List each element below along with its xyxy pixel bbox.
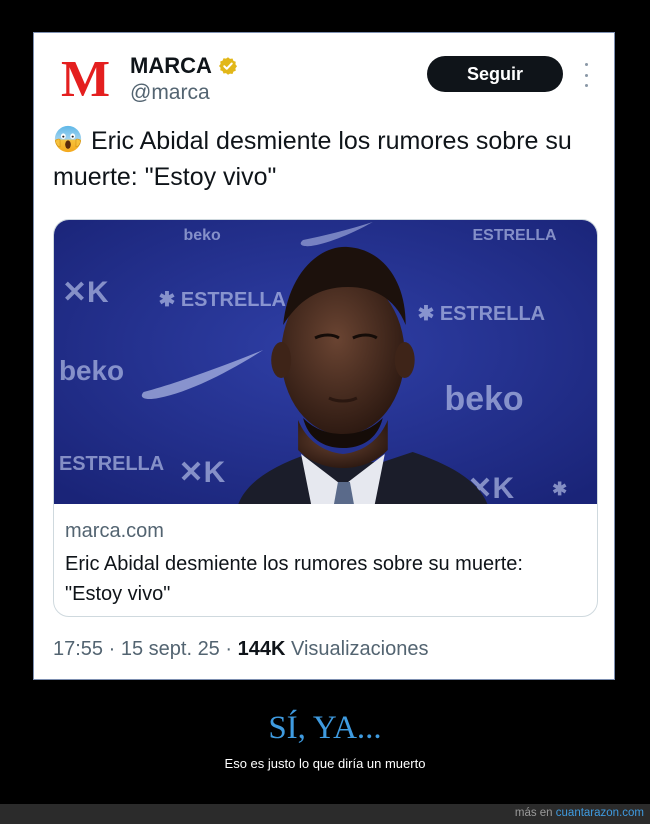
meta-separator: · xyxy=(225,638,238,660)
tweet-text-content: Eric Abidal desmiente los rumores sobre … xyxy=(53,127,572,191)
tweet-header: M MARCA @marca Seguir xyxy=(34,33,614,133)
footer-prefix: más en xyxy=(514,807,553,819)
footer-bar: más en cuantarazon.com xyxy=(0,804,650,824)
footer-text: más en cuantarazon.com xyxy=(515,807,644,819)
svg-text:ESTRELLA: ESTRELLA xyxy=(59,453,164,475)
verified-badge-icon xyxy=(218,57,237,75)
link-card[interactable]: ✕K ✱ ESTRELLA beko ESTRELLA ✕K ✱ ESTRELL… xyxy=(53,219,598,617)
author-handle[interactable]: @marca xyxy=(130,81,210,105)
face-screaming-in-fear-icon xyxy=(54,125,82,153)
svg-text:✱ ESTRELLA: ✱ ESTRELLA xyxy=(418,303,545,325)
svg-text:✱: ✱ xyxy=(552,479,567,499)
tweet-frame: M MARCA @marca Seguir Eric Abidal desmie… xyxy=(33,32,615,680)
tweet-date[interactable]: 15 sept. 25 xyxy=(121,638,220,660)
tweet-meta: 17:55 · 15 sept. 25 · 144K Visualizacion… xyxy=(53,638,428,661)
marca-logo[interactable]: M xyxy=(61,54,110,106)
svg-text:ESTRELLA: ESTRELLA xyxy=(472,227,557,244)
svg-text:beko: beko xyxy=(184,227,221,244)
tweet-text: Eric Abidal desmiente los rumores sobre … xyxy=(53,123,601,195)
card-domain[interactable]: marca.com xyxy=(65,520,164,543)
meta-separator: · xyxy=(108,638,121,660)
views-count: 144K xyxy=(237,638,286,660)
author-name-row[interactable]: MARCA xyxy=(130,53,238,79)
svg-text:✕K: ✕K xyxy=(62,276,109,309)
svg-text:✱ ESTRELLA: ✱ ESTRELLA xyxy=(159,289,286,311)
caption-title: SÍ, YA... xyxy=(268,710,382,746)
svg-text:✕K: ✕K xyxy=(179,456,226,489)
svg-text:beko: beko xyxy=(59,355,124,386)
author-name[interactable]: MARCA xyxy=(130,53,212,79)
caption-subtitle: Eso es justo lo que diría un muerto xyxy=(224,756,426,771)
footer-link[interactable]: cuantarazon.com xyxy=(556,807,644,819)
tweet-time[interactable]: 17:55 xyxy=(53,638,103,660)
card-title[interactable]: Eric Abidal desmiente los rumores sobre … xyxy=(65,549,585,609)
follow-button[interactable]: Seguir xyxy=(427,56,563,92)
svg-text:beko: beko xyxy=(445,380,524,418)
views-label: Visualizaciones xyxy=(290,638,429,660)
more-options-icon[interactable] xyxy=(579,63,593,87)
card-image[interactable]: ✕K ✱ ESTRELLA beko ESTRELLA ✕K ✱ ESTRELL… xyxy=(54,220,597,504)
